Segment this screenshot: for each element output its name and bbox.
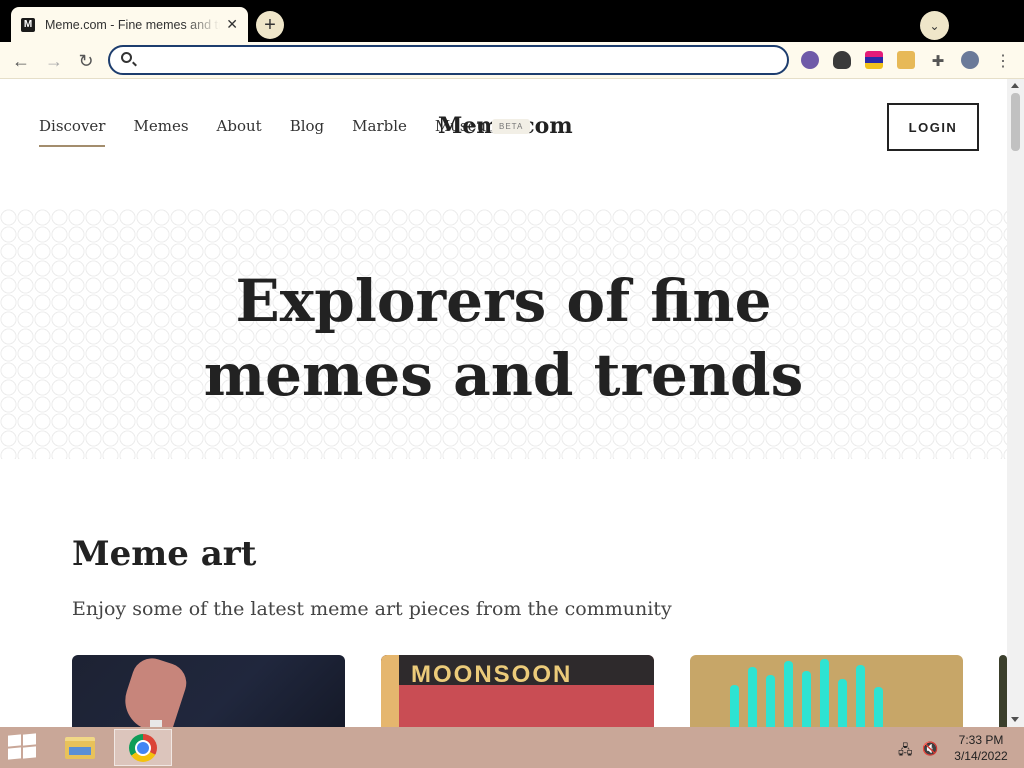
card-artwork	[117, 655, 192, 727]
address-input[interactable]	[144, 51, 774, 69]
scroll-thumb[interactable]	[1011, 93, 1020, 151]
nav-about[interactable]: About	[217, 117, 262, 147]
nav-blog[interactable]: Blog	[290, 117, 324, 147]
nav-memes[interactable]: Memes	[133, 117, 188, 147]
site-favicon-icon: M	[21, 17, 35, 32]
meme-art-card[interactable]	[72, 655, 345, 727]
site-navigation: Discover Memes About Blog Marble Museum	[39, 117, 500, 147]
tab-search-button[interactable]: ⌄	[920, 11, 949, 40]
card-artwork	[730, 685, 739, 727]
nav-marble[interactable]: Marble	[352, 117, 407, 147]
extension-hat-icon[interactable]	[833, 51, 851, 69]
card-artwork	[802, 671, 811, 727]
meme-art-card[interactable]: MOONSOON	[381, 655, 654, 727]
meme-art-card[interactable]	[690, 655, 963, 727]
extensions-puzzle-icon[interactable]: ✚	[925, 48, 951, 74]
login-button[interactable]: LOGIN	[887, 103, 979, 151]
search-icon	[121, 52, 132, 63]
volume-muted-icon[interactable]: 🔇	[922, 741, 938, 757]
extension-flag-icon[interactable]	[865, 51, 883, 69]
beta-badge: BETA	[492, 119, 531, 134]
page-scrollbar[interactable]	[1007, 79, 1024, 727]
hero-banner: Explorers of fine memes and trends	[0, 209, 1007, 459]
extension-doge-icon[interactable]	[897, 51, 915, 69]
browser-tab-strip: M Meme.com - Fine memes and trends ✕ + ⌄	[0, 0, 1024, 42]
forward-arrow-icon[interactable]: →	[41, 48, 67, 74]
section-title: Meme art	[72, 534, 257, 574]
new-tab-button[interactable]: +	[256, 11, 284, 39]
hero-heading-line1: Explorers of fine	[235, 267, 772, 335]
card-artwork	[820, 659, 829, 727]
chrome-icon	[129, 733, 157, 762]
address-bar[interactable]	[108, 45, 789, 75]
card-artwork-detail	[150, 720, 162, 727]
nav-discover[interactable]: Discover	[39, 117, 106, 147]
hero-heading-line2: memes and trends	[203, 341, 804, 409]
folder-icon	[65, 736, 95, 759]
system-clock[interactable]: 7:33 PM 3/14/2022	[950, 732, 1012, 764]
card-artwork	[874, 687, 883, 727]
card-artwork	[748, 667, 757, 727]
windows-taskbar: 🖧 🔇 7:33 PM 3/14/2022	[0, 727, 1024, 768]
card-artwork	[856, 665, 865, 727]
scroll-up-arrow-icon[interactable]	[1011, 83, 1019, 88]
card-artwork	[784, 661, 793, 727]
clock-time: 7:33 PM	[958, 733, 1004, 747]
windows-start-icon[interactable]	[8, 733, 38, 761]
meme-art-card[interactable]	[999, 655, 1007, 727]
card-artwork-detail	[381, 655, 399, 727]
hero-heading: Explorers of fine memes and trends	[0, 264, 1007, 412]
more-menu-icon[interactable]: ⋮	[990, 48, 1016, 74]
card-artwork	[766, 675, 775, 727]
network-icon[interactable]: 🖧	[898, 741, 913, 763]
file-explorer-button[interactable]	[60, 729, 100, 766]
back-arrow-icon[interactable]: ←	[8, 48, 34, 74]
tab-title: Meme.com - Fine memes and trends	[45, 17, 220, 32]
chrome-taskbar-button[interactable]	[114, 729, 172, 766]
reload-icon[interactable]: ↻	[73, 48, 99, 74]
scroll-down-arrow-icon[interactable]	[1011, 717, 1019, 722]
browser-tab-active[interactable]: M Meme.com - Fine memes and trends ✕	[11, 7, 248, 42]
web-page: Discover Memes About Blog Marble Museum …	[0, 79, 1007, 727]
clock-date: 3/14/2022	[954, 749, 1008, 763]
extension-purple-icon[interactable]	[801, 51, 819, 69]
browser-toolbar: ← → ↻ ✚ ⋮	[0, 42, 1024, 79]
card-artwork-text: MOONSOON	[411, 661, 573, 688]
profile-avatar-icon[interactable]	[961, 51, 979, 69]
card-artwork	[838, 679, 847, 727]
close-tab-icon[interactable]: ✕	[226, 16, 238, 33]
section-subtitle: Enjoy some of the latest meme art pieces…	[72, 598, 672, 620]
